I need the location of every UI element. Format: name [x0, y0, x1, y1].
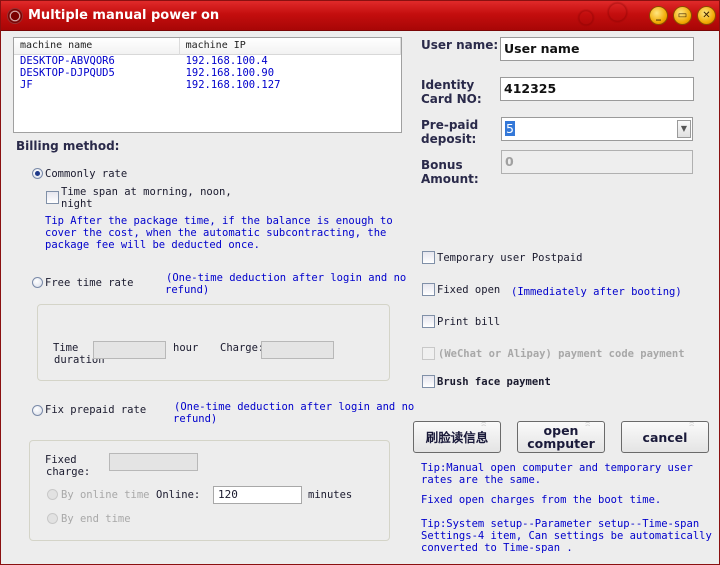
machine-ip-cell: 192.168.100.127: [185, 79, 281, 91]
minimize-icon: _: [656, 10, 661, 21]
deposit-combobox[interactable]: 5 ▼: [501, 117, 693, 141]
bonus-label-line1: Bonus: [421, 158, 463, 172]
package-tip-line3: package fee will be deducted once.: [45, 239, 260, 251]
cancel-button[interactable]: cancel ꩰ: [621, 421, 709, 453]
fixed-charge-input[interactable]: [109, 453, 198, 471]
brush-face-checkbox[interactable]: [422, 375, 435, 388]
machine-name-cell: DESKTOP-ABVQOR6: [20, 55, 115, 67]
bonus-label-line2: Amount:: [421, 172, 479, 186]
free-time-group: [37, 304, 390, 381]
print-bill-checkbox[interactable]: [422, 315, 435, 328]
free-time-rate-radio[interactable]: [32, 277, 43, 288]
billing-method-heading: Billing method:: [16, 139, 120, 153]
hour-label: hour: [173, 342, 199, 354]
machine-row[interactable]: JF 192.168.100.127: [14, 79, 401, 91]
free-time-note-line1: (One-time deduction after login and no: [166, 272, 407, 284]
package-tip-line1: Tip After the package time, if the balan…: [45, 215, 393, 227]
username-label: User name:: [421, 38, 499, 52]
free-time-rate-label[interactable]: Free time rate: [45, 277, 134, 289]
fix-prepaid-rate-label[interactable]: Fix prepaid rate: [45, 404, 146, 416]
fixed-charge-label-line1: Fixed: [45, 454, 77, 466]
tip-system-setup-line1: Tip:System setup--Parameter setup--Time-…: [421, 518, 700, 530]
id-card-label-line1: Identity: [421, 78, 475, 92]
machine-ip-cell: 192.168.100.4: [185, 55, 268, 67]
cloud-ornament-icon: ꩰ: [685, 423, 705, 435]
time-span-label-line2[interactable]: night: [61, 198, 93, 210]
id-card-label-line2: Card NO:: [421, 92, 482, 106]
fix-prepaid-rate-radio[interactable]: [32, 405, 43, 416]
temporary-postpaid-checkbox[interactable]: [422, 251, 435, 264]
online-label: Online:: [156, 489, 201, 501]
cancel-label: cancel: [642, 429, 688, 445]
free-time-note-line2: refund): [165, 284, 210, 296]
fixed-charge-label-line2: charge:: [46, 466, 91, 478]
tip-system-setup-line2: Settings-4 item, Can settings be automat…: [421, 530, 712, 542]
tip-manual-open-line2: rates are the same.: [421, 474, 542, 486]
deposit-label-line2: deposit:: [421, 132, 477, 146]
print-bill-label[interactable]: Print bill: [437, 316, 500, 328]
by-end-time-label[interactable]: By end time: [61, 513, 131, 525]
online-minutes-input[interactable]: 120: [213, 486, 302, 504]
time-duration-input[interactable]: [93, 341, 166, 359]
open-computer-label-line2: computer: [527, 436, 595, 451]
maximize-button[interactable]: ▭: [673, 6, 692, 25]
cloud-ornament-icon: ꩰ: [477, 423, 497, 435]
commonly-rate-label[interactable]: Commonly rate: [45, 168, 127, 180]
commonly-rate-radio[interactable]: [32, 168, 43, 179]
by-online-time-label[interactable]: By online time: [61, 489, 150, 501]
id-card-input[interactable]: 412325: [500, 77, 694, 101]
machine-row[interactable]: DESKTOP-ABVQOR6 192.168.100.4: [14, 55, 401, 67]
time-duration-label-line1: Time: [53, 342, 79, 354]
bonus-amount-input[interactable]: 0: [501, 150, 693, 174]
time-span-checkbox[interactable]: [46, 191, 59, 204]
face-read-button[interactable]: 刷脸读信息 ꩰ: [413, 421, 501, 453]
machine-row[interactable]: DESKTOP-DJPQUD5 192.168.100.90: [14, 67, 401, 79]
machine-list[interactable]: machine name machine IP DESKTOP-ABVQOR6 …: [13, 37, 402, 133]
minutes-label: minutes: [308, 489, 353, 501]
deposit-label-line1: Pre-paid: [421, 118, 479, 132]
machine-ip-cell: 192.168.100.90: [185, 67, 275, 79]
temporary-postpaid-label[interactable]: Temporary user Postpaid: [437, 252, 582, 264]
cloud-ornament-icon: ꩰ: [581, 423, 601, 435]
tip-fixed-open: Fixed open charges from the boot time.: [421, 494, 662, 506]
time-span-label-line1[interactable]: Time span at morning, noon,: [61, 186, 232, 198]
package-tip-line2: cover the cost, when the automatic subco…: [45, 227, 387, 239]
fixed-open-note: (Immediately after booting): [511, 286, 682, 298]
column-header-machine-ip[interactable]: machine IP: [180, 38, 401, 55]
machine-name-cell: JF: [20, 79, 33, 91]
brush-face-label[interactable]: Brush face payment: [437, 376, 551, 388]
payment-code-checkbox[interactable]: [422, 347, 435, 360]
column-header-machine-name[interactable]: machine name: [14, 38, 180, 55]
charge-input[interactable]: [261, 341, 334, 359]
by-online-time-radio[interactable]: [47, 489, 58, 500]
deposit-value: 5: [505, 121, 515, 136]
tip-manual-open-line1: Tip:Manual open computer and temporary u…: [421, 462, 693, 474]
maximize-icon: ▭: [677, 10, 688, 21]
dialog-window: Multiple manual power on _ ▭ ✕ machine n…: [0, 0, 720, 565]
username-input[interactable]: User name: [500, 37, 694, 61]
fix-prepaid-note-line2: refund): [173, 413, 218, 425]
close-icon: ✕: [702, 10, 711, 21]
title-bar[interactable]: Multiple manual power on _ ▭ ✕: [1, 1, 719, 31]
window-title: Multiple manual power on: [28, 8, 220, 23]
title-ornament: [559, 1, 649, 29]
fixed-open-checkbox[interactable]: [422, 283, 435, 296]
fixed-open-label[interactable]: Fixed open: [437, 284, 500, 296]
close-button[interactable]: ✕: [697, 6, 716, 25]
minimize-button[interactable]: _: [649, 6, 668, 25]
chevron-down-icon[interactable]: ▼: [677, 120, 691, 138]
machine-list-header: machine name machine IP: [14, 38, 401, 55]
open-computer-button[interactable]: open computer ꩰ: [517, 421, 605, 453]
machine-name-cell: DESKTOP-DJPQUD5: [20, 67, 115, 79]
charge-label: Charge:: [220, 342, 265, 354]
app-icon: [7, 8, 23, 24]
tip-system-setup-line3: converted to Time-span .: [421, 542, 573, 554]
payment-code-label[interactable]: (WeChat or Alipay) payment code payment: [438, 348, 685, 360]
fix-prepaid-note-line1: (One-time deduction after login and no: [174, 401, 415, 413]
by-end-time-radio[interactable]: [47, 513, 58, 524]
